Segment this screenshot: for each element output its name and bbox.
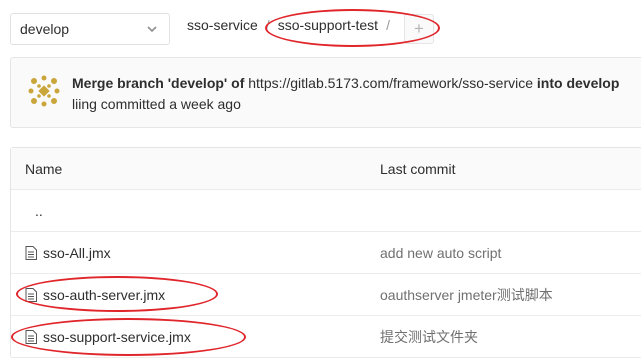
add-file-button[interactable]: + bbox=[404, 14, 434, 44]
chevron-down-icon bbox=[147, 26, 157, 33]
breadcrumb: sso-service / sso-support-test / bbox=[187, 17, 396, 33]
parent-directory-link[interactable]: .. bbox=[25, 203, 43, 219]
table-row[interactable]: sso-support-service.jmx 提交测试文件夹 bbox=[11, 316, 641, 358]
file-name[interactable]: sso-All.jmx bbox=[43, 245, 111, 261]
commit-message[interactable]: Merge branch 'develop' of https://gitlab… bbox=[72, 75, 619, 91]
file-last-commit[interactable]: add new auto script bbox=[380, 245, 501, 261]
identicon-avatar[interactable] bbox=[26, 73, 62, 109]
file-last-commit[interactable]: oauthserver jmeter测试脚本 bbox=[380, 285, 553, 305]
file-icon bbox=[25, 245, 37, 260]
file-name-cell: sso-support-service.jmx bbox=[25, 329, 191, 345]
file-name-cell: sso-auth-server.jmx bbox=[25, 287, 165, 303]
file-name[interactable]: sso-auth-server.jmx bbox=[43, 287, 165, 303]
branch-select-value: develop bbox=[20, 21, 70, 37]
file-table: Name Last commit .. sso-All.jmx add new … bbox=[10, 147, 641, 358]
file-icon bbox=[25, 287, 37, 302]
column-header-last-commit: Last commit bbox=[380, 160, 456, 177]
branch-select[interactable]: develop bbox=[10, 13, 170, 45]
file-last-commit[interactable]: 提交测试文件夹 bbox=[380, 327, 478, 347]
commit-message-link[interactable]: https://gitlab.5173.com/framework/sso-se… bbox=[248, 75, 533, 91]
column-header-name: Name bbox=[25, 160, 63, 177]
last-commit-panel: Merge branch 'develop' of https://gitlab… bbox=[10, 57, 641, 128]
file-name[interactable]: sso-support-service.jmx bbox=[43, 329, 191, 345]
commit-meta: liing committed a week ago bbox=[72, 96, 241, 112]
commit-message-end: into develop bbox=[536, 75, 620, 91]
plus-icon: + bbox=[414, 19, 424, 38]
file-icon bbox=[25, 329, 37, 344]
breadcrumb-separator: / bbox=[265, 17, 270, 33]
breadcrumb-folder[interactable]: sso-support-test bbox=[278, 17, 378, 33]
breadcrumb-separator: / bbox=[386, 17, 390, 33]
file-name-cell: sso-All.jmx bbox=[25, 245, 111, 261]
table-row[interactable]: sso-auth-server.jmx oauthserver jmeter测试… bbox=[11, 274, 641, 316]
table-row-parent[interactable]: .. bbox=[11, 190, 641, 232]
commit-message-start: Merge branch 'develop' of bbox=[72, 75, 245, 91]
repo-toolbar: develop sso-service / sso-support-test /… bbox=[0, 0, 641, 56]
table-row[interactable]: sso-All.jmx add new auto script bbox=[11, 232, 641, 274]
breadcrumb-project[interactable]: sso-service bbox=[187, 17, 258, 33]
table-header: Name Last commit bbox=[11, 148, 641, 190]
